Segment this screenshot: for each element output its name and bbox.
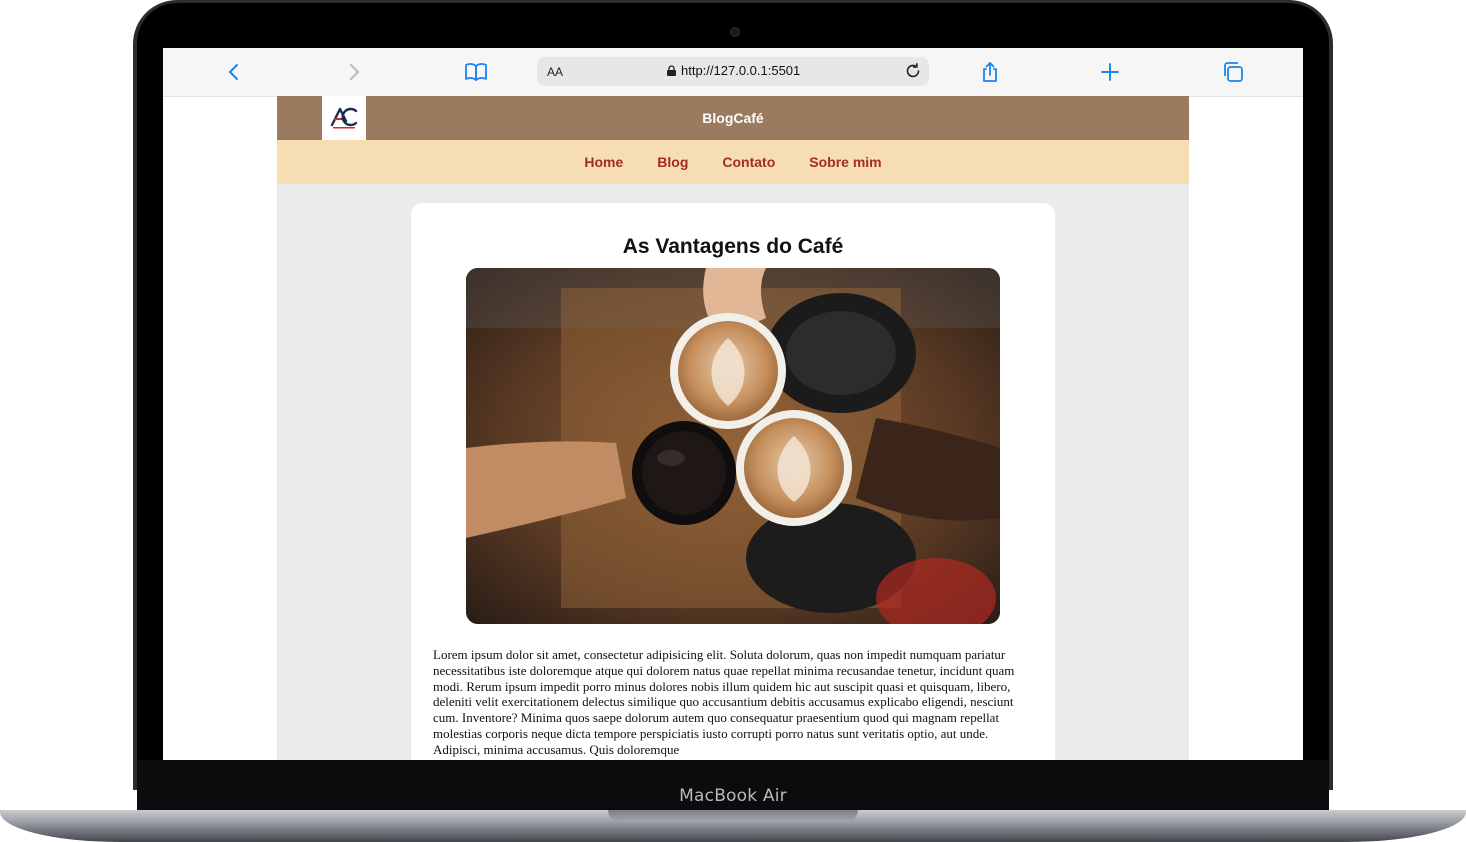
reload-icon[interactable] (903, 61, 923, 81)
share-icon[interactable] (978, 60, 1002, 84)
article-card: As Vantagens do Café Lorem ipsum dolor s… (411, 203, 1055, 760)
webpage: BlogCafé Home Blog Contato Sobre mim As … (277, 96, 1189, 760)
nav-sobre-mim-link[interactable]: Sobre mim (809, 154, 881, 170)
screen: AA http://127.0.0.1:5501 BlogCafé Home B… (163, 48, 1303, 760)
tabs-icon[interactable] (1221, 60, 1245, 84)
article-body: Lorem ipsum dolor sit amet, consectetur … (433, 647, 1015, 757)
article-heading: As Vantagens do Café (622, 235, 844, 258)
laptop-notch (608, 810, 858, 822)
book-icon[interactable] (464, 60, 488, 84)
chevron-left-icon[interactable] (222, 60, 246, 84)
chevron-right-icon[interactable] (342, 60, 366, 84)
url-display: http://127.0.0.1:5501 (667, 63, 800, 78)
site-header: BlogCafé (277, 96, 1189, 140)
coffee-photo (466, 268, 1000, 624)
url-text: http://127.0.0.1:5501 (681, 63, 801, 78)
camera (730, 27, 740, 37)
site-title: BlogCafé (702, 110, 764, 126)
site-nav: Home Blog Contato Sobre mim (277, 140, 1189, 184)
nav-contato-link[interactable]: Contato (722, 154, 775, 170)
nav-home-link[interactable]: Home (584, 154, 623, 170)
nav-blog-link[interactable]: Blog (657, 154, 688, 170)
address-bar[interactable]: AA http://127.0.0.1:5501 (537, 57, 929, 86)
plus-icon[interactable] (1098, 60, 1122, 84)
text-size-button[interactable]: AA (547, 65, 563, 79)
device-label: MacBook Air (679, 786, 787, 806)
lock-icon (667, 65, 676, 76)
browser-toolbar: AA http://127.0.0.1:5501 (163, 48, 1303, 97)
